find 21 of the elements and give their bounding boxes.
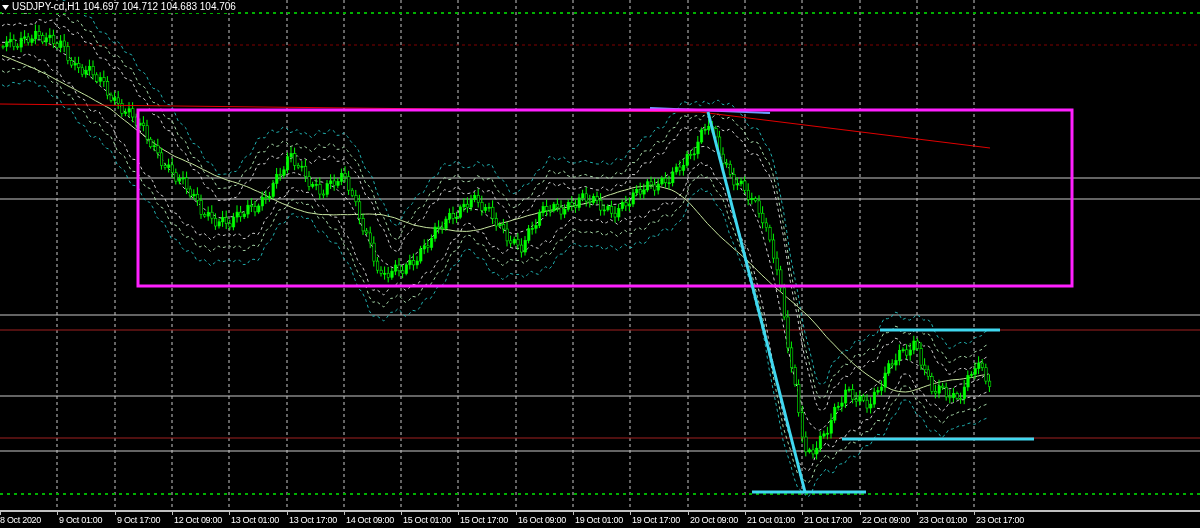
time-label: 23 Oct 01:00 [919, 514, 967, 526]
symbol-label: USDJPY-cd,H1 [12, 1, 80, 13]
time-label: 9 Oct 01:00 [59, 514, 103, 526]
dropdown-triangle-icon[interactable] [2, 4, 9, 10]
time-label: 8 Oct 2020 [0, 514, 42, 526]
time-label: 19 Oct 17:00 [632, 514, 680, 526]
time-label: 14 Oct 09:00 [346, 514, 394, 526]
time-label: 21 Oct 17:00 [804, 514, 852, 526]
time-label: 13 Oct 01:00 [231, 514, 279, 526]
time-label: 20 Oct 09:00 [690, 514, 738, 526]
time-label: 22 Oct 09:00 [862, 514, 910, 526]
time-label: 15 Oct 01:00 [403, 514, 451, 526]
time-label: 23 Oct 17:00 [976, 514, 1024, 526]
time-label: 12 Oct 09:00 [174, 514, 222, 526]
time-label: 13 Oct 17:00 [289, 514, 337, 526]
time-label: 16 Oct 09:00 [518, 514, 566, 526]
time-label: 21 Oct 01:00 [747, 514, 795, 526]
time-label: 9 Oct 17:00 [117, 514, 161, 526]
price-quote: 104.697 104.712 104.683 104.706 [83, 1, 236, 13]
time-label: 19 Oct 01:00 [575, 514, 623, 526]
time-label: 15 Oct 17:00 [460, 514, 508, 526]
